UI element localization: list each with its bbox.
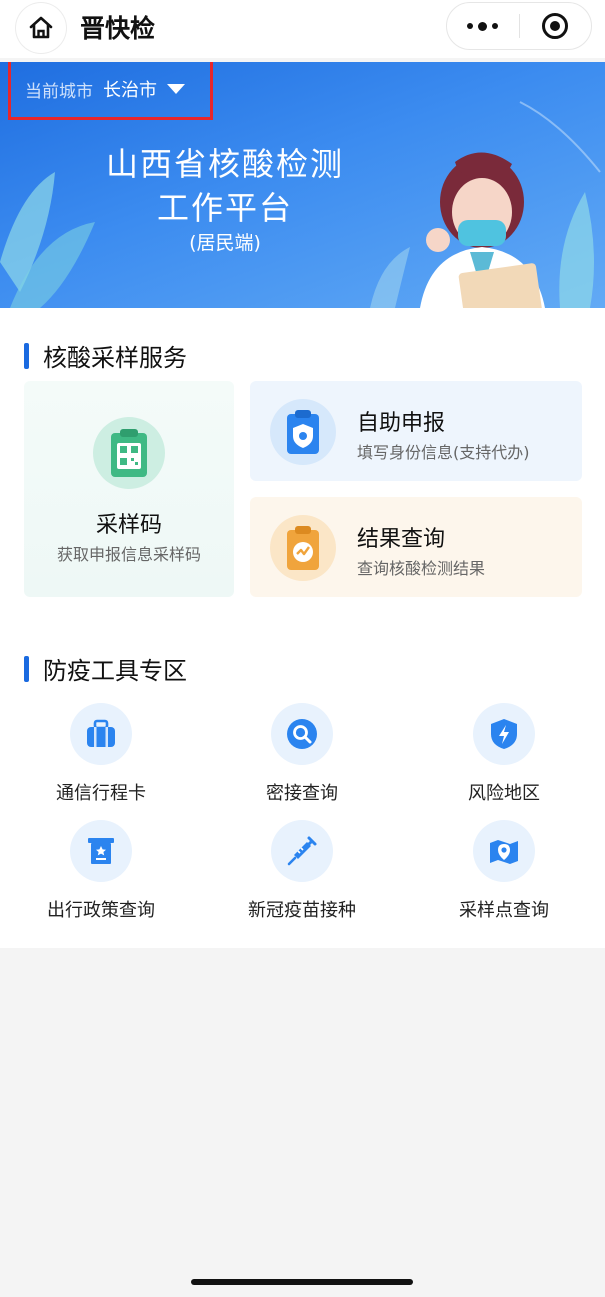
tool-label: 新冠疫苗接种 bbox=[248, 900, 356, 921]
sampling-code-desc: 获取申报信息采样码 bbox=[56, 545, 201, 564]
city-selector[interactable]: 当前城市 长治市 bbox=[8, 62, 213, 120]
banner-title-line2: 工作平台 bbox=[156, 189, 293, 227]
tool-travel-card[interactable]: 通信行程卡 bbox=[21, 703, 181, 805]
tool-close-contact-query[interactable]: 密接查询 bbox=[222, 703, 382, 805]
home-indicator bbox=[191, 1279, 413, 1285]
banner-subtitle: (居民端) bbox=[189, 232, 261, 254]
tool-label: 风险地区 bbox=[468, 783, 540, 804]
home-icon bbox=[29, 16, 53, 39]
sampling-code-title: 采样码 bbox=[95, 513, 162, 538]
banner-title: 山西省核酸检测 工作平台 bbox=[60, 142, 390, 230]
tool-label: 出行政策查询 bbox=[47, 900, 155, 921]
nav-bar: 晋快检 bbox=[0, 0, 605, 58]
city-value: 长治市 bbox=[103, 80, 157, 101]
self-declare-desc: 填写身份信息(支持代办) bbox=[357, 443, 530, 462]
section-accent-bar bbox=[24, 342, 29, 369]
mini-program-capsule bbox=[446, 2, 592, 50]
tool-vaccination[interactable]: 新冠疫苗接种 bbox=[222, 820, 382, 922]
self-declare-card[interactable]: 自助申报 填写身份信息(支持代办) bbox=[250, 381, 582, 481]
chart-clipboard-icon bbox=[270, 515, 336, 581]
tools-section-title: 防疫工具专区 bbox=[43, 657, 187, 685]
tool-risk-areas[interactable]: 风险地区 bbox=[424, 703, 584, 805]
banner-title-line1: 山西省核酸检测 bbox=[105, 145, 344, 183]
result-query-card[interactable]: 结果查询 查询核酸检测结果 bbox=[250, 497, 582, 597]
sampling-code-card[interactable]: 采样码 获取申报信息采样码 bbox=[24, 381, 234, 597]
policy-document-icon bbox=[70, 820, 132, 882]
result-query-desc: 查询核酸检测结果 bbox=[357, 559, 486, 578]
hero-banner: 当前城市 长治市 山西省核酸检测 工作平台 (居民端) bbox=[0, 62, 605, 308]
qr-code-clipboard-icon bbox=[93, 417, 165, 489]
tools-section-header: 防疫工具专区 bbox=[24, 651, 187, 686]
syringe-icon bbox=[271, 820, 333, 882]
more-button[interactable] bbox=[447, 3, 519, 49]
result-query-title: 结果查询 bbox=[357, 527, 446, 552]
sampling-section-title: 核酸采样服务 bbox=[43, 344, 187, 372]
map-pin-icon bbox=[473, 820, 535, 882]
tool-label: 采样点查询 bbox=[459, 900, 549, 921]
sampling-section-header: 核酸采样服务 bbox=[24, 338, 187, 373]
app-title: 晋快检 bbox=[80, 14, 156, 43]
suitcase-icon bbox=[70, 703, 132, 765]
tool-travel-policy[interactable]: 出行政策查询 bbox=[21, 820, 181, 922]
search-icon bbox=[271, 703, 333, 765]
home-button[interactable] bbox=[16, 3, 66, 53]
tool-sampling-sites[interactable]: 采样点查询 bbox=[424, 820, 584, 922]
self-declare-title: 自助申报 bbox=[357, 411, 446, 436]
dropdown-caret-icon bbox=[167, 84, 185, 94]
lightning-shield-icon bbox=[473, 703, 535, 765]
tool-label: 通信行程卡 bbox=[56, 783, 146, 804]
close-button[interactable] bbox=[520, 3, 592, 49]
shield-clipboard-icon bbox=[270, 399, 336, 465]
tool-label: 密接查询 bbox=[266, 783, 338, 804]
more-dots-icon bbox=[467, 21, 499, 31]
city-label: 当前城市 bbox=[25, 81, 93, 102]
target-close-icon bbox=[542, 13, 569, 39]
section-accent-bar bbox=[24, 655, 29, 682]
